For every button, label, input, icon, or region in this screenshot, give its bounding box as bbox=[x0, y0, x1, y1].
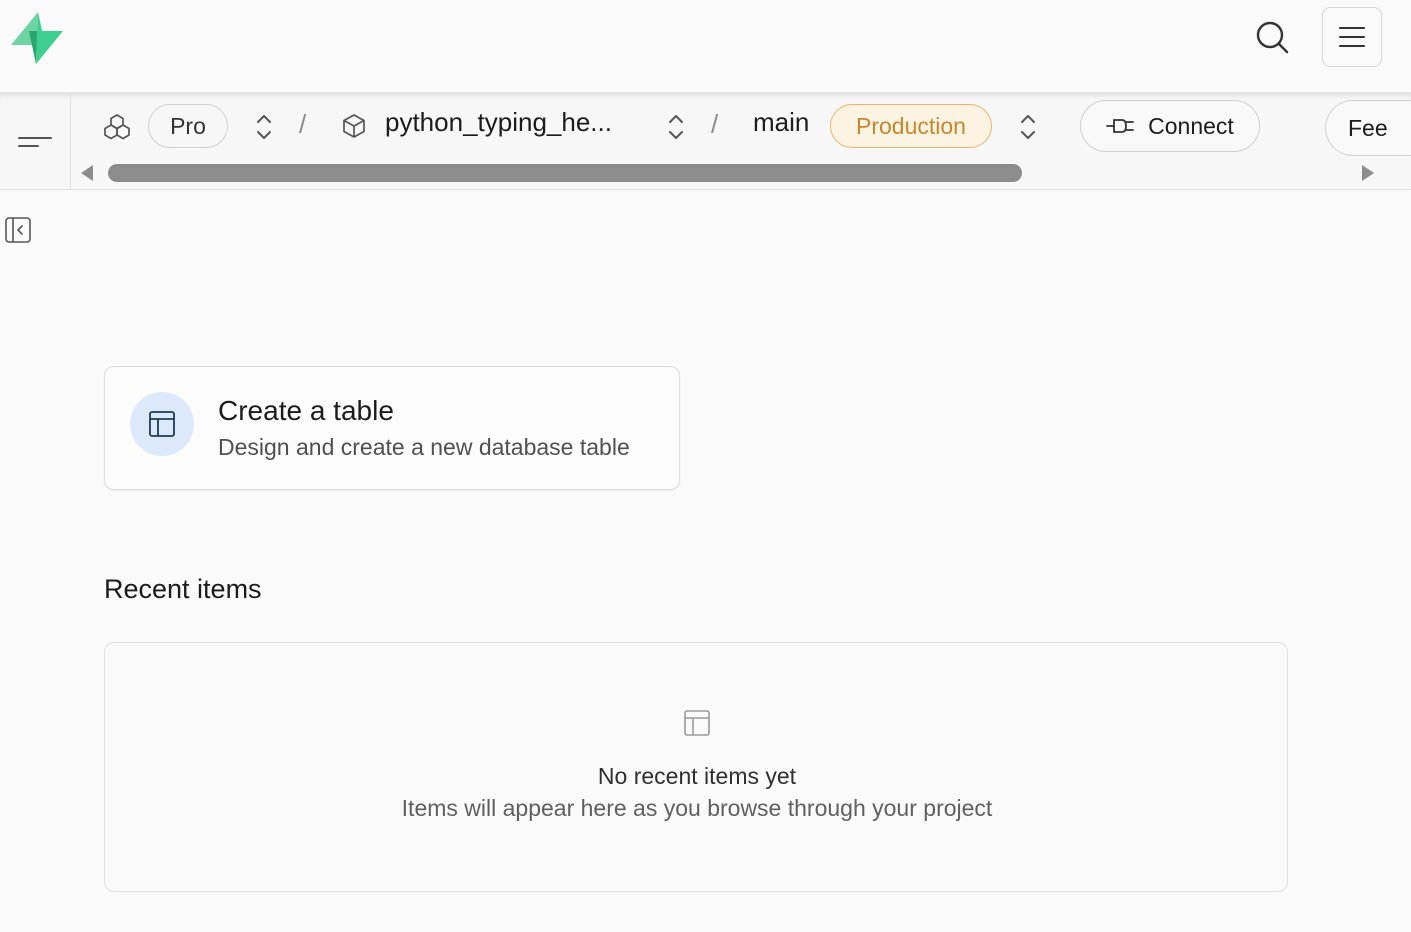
project-icon bbox=[340, 112, 368, 140]
sidebar-toggle-button[interactable] bbox=[0, 93, 71, 190]
org-switcher-chevron-icon[interactable] bbox=[253, 112, 275, 142]
branch-switcher-chevron-icon[interactable] bbox=[1017, 112, 1039, 142]
card-subtitle: Design and create a new database table bbox=[218, 434, 630, 460]
recent-items-empty-state: No recent items yet Items will appear he… bbox=[104, 642, 1288, 892]
horizontal-scrollbar[interactable] bbox=[71, 159, 1411, 187]
create-table-card[interactable]: Create a table Design and create a new d… bbox=[104, 366, 680, 490]
breadcrumb-separator: / bbox=[299, 109, 307, 139]
environment-badge[interactable]: Production bbox=[830, 104, 992, 148]
branch-name[interactable]: main bbox=[753, 107, 809, 138]
feedback-button[interactable]: Fee bbox=[1325, 100, 1411, 156]
connect-label: Connect bbox=[1148, 112, 1234, 139]
top-header bbox=[0, 0, 1411, 93]
card-icon-circle bbox=[130, 392, 194, 456]
project-name[interactable]: python_typing_he... bbox=[385, 107, 612, 138]
table-icon bbox=[683, 709, 711, 737]
table-icon bbox=[149, 411, 175, 437]
breadcrumb-bar: Pro / python_typing_he... / main Product… bbox=[0, 93, 1411, 190]
collapse-panel-icon[interactable] bbox=[5, 217, 31, 243]
empty-state-title: No recent items yet bbox=[597, 763, 797, 789]
menu-icon bbox=[1339, 27, 1365, 47]
sidebar-menu-icon bbox=[18, 136, 52, 147]
org-icon[interactable] bbox=[103, 112, 133, 142]
recent-items-heading: Recent items bbox=[104, 574, 262, 604]
plug-icon bbox=[1106, 119, 1135, 133]
empty-state-subtitle: Items will appear here as you browse thr… bbox=[401, 795, 993, 821]
breadcrumb: Pro / python_typing_he... / main Product… bbox=[71, 93, 1411, 159]
scroll-right-arrow-icon[interactable] bbox=[1360, 164, 1376, 182]
card-title: Create a table bbox=[218, 395, 394, 426]
supabase-logo-icon[interactable] bbox=[10, 11, 64, 65]
connect-button[interactable]: Connect bbox=[1080, 100, 1260, 152]
plan-badge[interactable]: Pro bbox=[148, 104, 228, 148]
scrollbar-thumb[interactable] bbox=[108, 164, 1022, 182]
project-switcher-chevron-icon[interactable] bbox=[665, 112, 687, 142]
breadcrumb-separator: / bbox=[711, 109, 719, 139]
scroll-left-arrow-icon[interactable] bbox=[79, 164, 95, 182]
menu-button[interactable] bbox=[1322, 7, 1382, 67]
search-icon[interactable] bbox=[1252, 17, 1292, 57]
